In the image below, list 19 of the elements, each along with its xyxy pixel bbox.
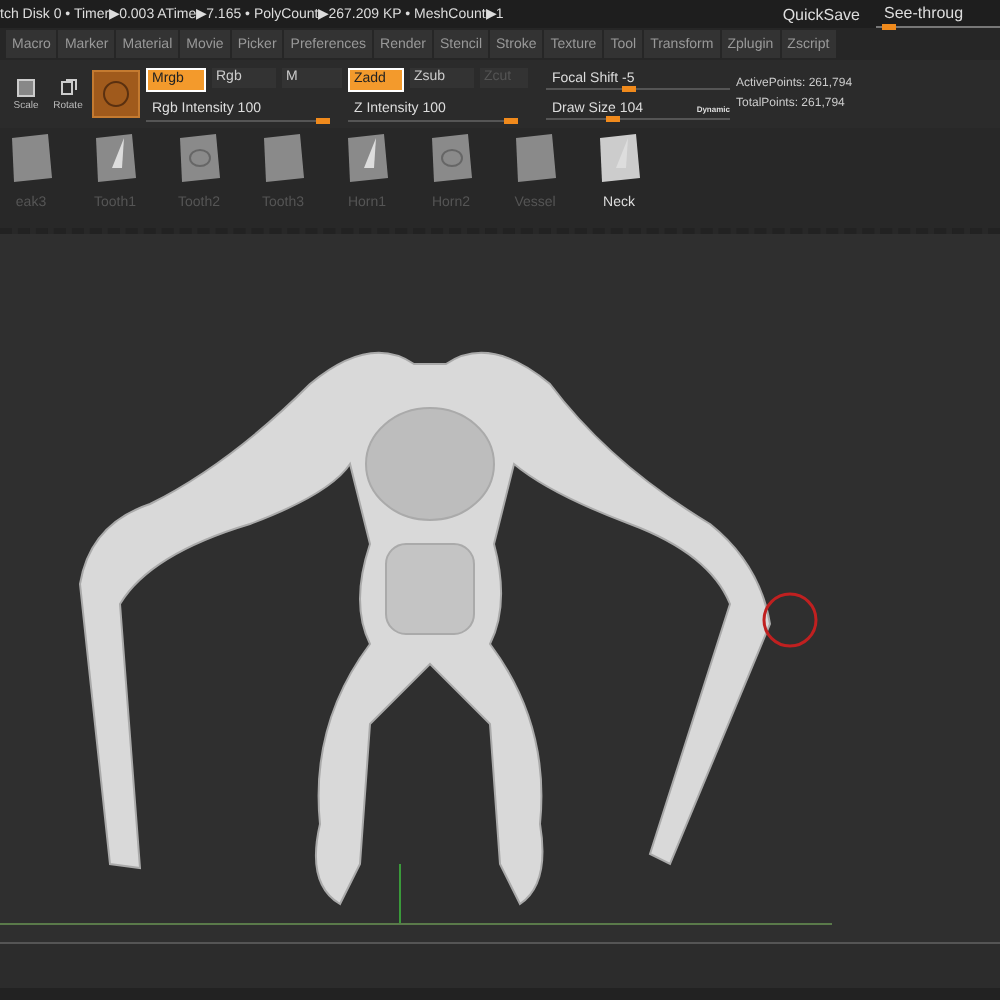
- brush-thumbnail-icon: [343, 132, 391, 184]
- brush-thumbnail-icon: [511, 132, 559, 184]
- brush-thumbnail-icon: [175, 132, 223, 184]
- brush-thumbnail-icon: [91, 132, 139, 184]
- rotate-icon[interactable]: [58, 77, 78, 97]
- brush-cursor-icon: [760, 590, 820, 650]
- scale-icon[interactable]: [16, 77, 36, 97]
- slider-thumb[interactable]: [316, 117, 330, 123]
- slider-thumb[interactable]: [881, 23, 896, 29]
- slider-thumb[interactable]: [605, 116, 620, 122]
- brush-thumbnail-icon: [259, 132, 307, 184]
- slider-thumb[interactable]: [504, 117, 518, 123]
- material-swatch[interactable]: [92, 70, 140, 118]
- brush-thumbnail-icon: [595, 132, 643, 184]
- brush-thumbnail-icon: [427, 132, 475, 184]
- slider-thumb[interactable]: [622, 86, 637, 92]
- quick-save-button[interactable]: QuickSave: [782, 5, 860, 23]
- brush-thumbnail-icon: [7, 132, 55, 184]
- axis-line: [398, 864, 404, 924]
